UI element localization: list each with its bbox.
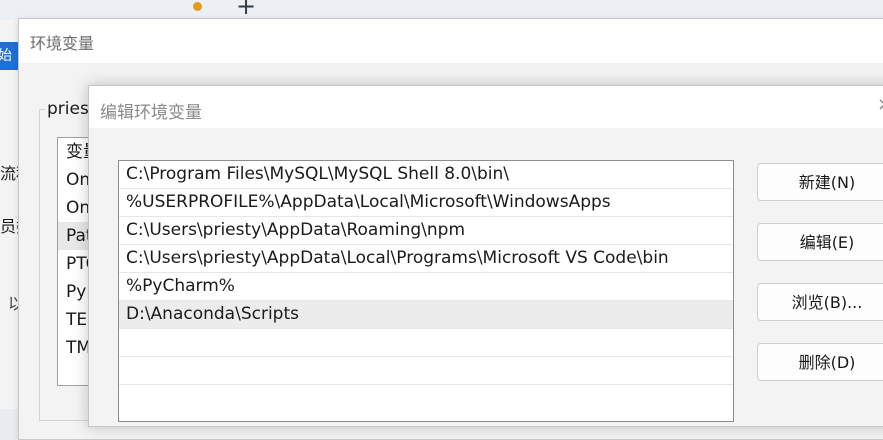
path-entry-empty[interactable] — [119, 329, 733, 357]
edit-environment-variable-dialog: 编辑环境变量 × C:\Program Files\MySQL\MySQL Sh… — [88, 85, 883, 427]
tab-indicator-dot — [193, 2, 202, 11]
delete-button[interactable]: 删除(D) — [757, 343, 883, 381]
new-button[interactable]: 新建(N) — [757, 163, 883, 201]
browser-tab-strip: + — [0, 0, 883, 20]
dialog-title: 编辑环境变量 — [100, 103, 202, 123]
user-variables-group-label: pries — [45, 99, 91, 119]
new-tab-plus-icon[interactable]: + — [236, 0, 256, 18]
path-entry[interactable]: %PyCharm% — [119, 273, 733, 301]
path-entry[interactable]: C:\Users\priesty\AppData\Local\Programs\… — [119, 245, 733, 273]
background-text-fragment: 员委 — [0, 217, 20, 236]
path-entry[interactable]: C:\Users\priesty\AppData\Roaming\npm — [119, 217, 733, 245]
env-window-titlebar — [19, 19, 883, 63]
path-entry-selected[interactable]: D:\Anaconda\Scripts — [119, 301, 733, 329]
close-icon[interactable]: × — [877, 94, 883, 115]
path-entry[interactable]: C:\Program Files\MySQL\MySQL Shell 8.0\b… — [119, 161, 733, 189]
edit-button[interactable]: 编辑(E) — [757, 223, 883, 261]
dialog-titlebar — [89, 86, 883, 128]
path-entry[interactable]: %USERPROFILE%\AppData\Local\Microsoft\Wi… — [119, 189, 733, 217]
background-text-fragment: 流程 — [0, 164, 20, 183]
background-start-button[interactable]: 始 — [0, 42, 18, 70]
path-entry-empty[interactable] — [119, 357, 733, 385]
path-entries-list[interactable]: C:\Program Files\MySQL\MySQL Shell 8.0\b… — [118, 160, 734, 422]
browse-button[interactable]: 浏览(B)... — [757, 283, 883, 321]
env-window-title: 环境变量 — [30, 34, 95, 53]
